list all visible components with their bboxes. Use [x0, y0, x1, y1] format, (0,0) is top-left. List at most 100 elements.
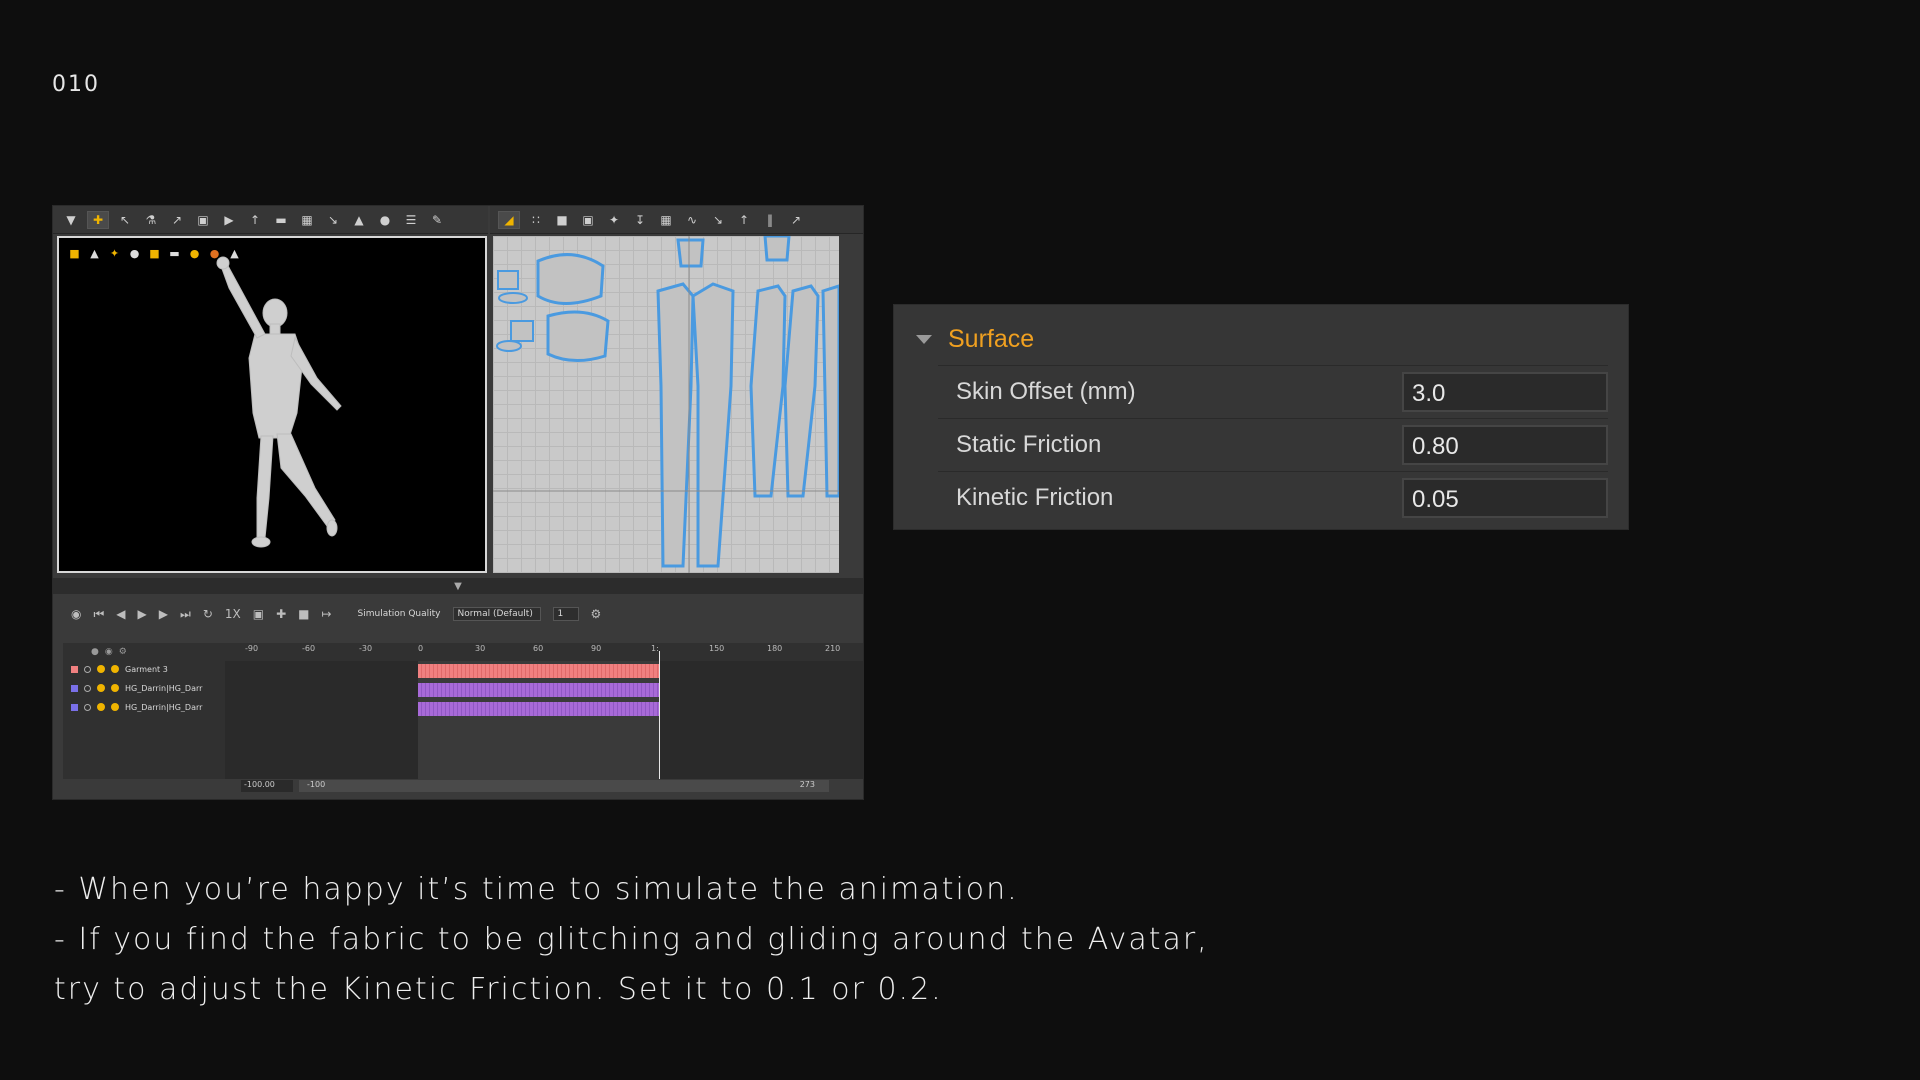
arrange-icon[interactable]: ▬ [271, 212, 291, 228]
status-dot [111, 665, 119, 673]
rectangle-icon[interactable]: ▣ [578, 212, 598, 228]
settings-gear-icon[interactable]: ⚙ [591, 607, 602, 621]
kinetic-friction-field[interactable]: 0.05 [1402, 478, 1608, 518]
sew-icon[interactable]: ↗ [167, 212, 187, 228]
collapse-triangle-icon[interactable] [916, 335, 932, 344]
ruler-tick: 60 [533, 644, 544, 653]
speed-label[interactable]: 1X [225, 607, 241, 621]
simulation-step-stepper[interactable]: 1 [552, 607, 579, 621]
fold-icon[interactable]: ↑ [245, 212, 265, 228]
segment-icon[interactable]: ↖ [115, 212, 135, 228]
polygon-icon[interactable]: ■ [552, 212, 572, 228]
ruler-tick: -90 [245, 644, 259, 653]
skip-start-icon[interactable]: ⏮ [93, 607, 104, 622]
animation-clip-region [418, 661, 659, 779]
status-dot [111, 684, 119, 692]
pin-icon[interactable]: ⚗ [141, 212, 161, 228]
move-icon[interactable]: ✚ [87, 210, 109, 229]
skip-end-icon[interactable]: ⏭ [180, 607, 191, 622]
ruler-tick: 90 [591, 644, 602, 653]
2d-toolbar: ◢ ∷ ■ ▣ ✦ ↧ ▦ ∿ ↘ ↑ ‖ ↗ [490, 206, 863, 234]
select-icon[interactable]: ▼ [61, 212, 81, 228]
measure-icon[interactable]: ▲ [349, 212, 369, 228]
brush-icon[interactable]: ↘ [323, 212, 343, 228]
dart-icon[interactable]: ✦ [604, 212, 624, 228]
line-icon[interactable]: ↗ [786, 212, 806, 228]
2d-pattern-window[interactable] [493, 236, 839, 573]
timeline: ●◉⚙ Garment 3 HG_Darrin|HG_Darrin HG_Dar… [63, 643, 863, 779]
static-friction-field[interactable]: 0.80 [1402, 425, 1608, 465]
timeline-scrollbar[interactable]: -100 273 [299, 780, 829, 792]
track-name: HG_Darrin|HG_Darrin [125, 683, 203, 693]
copy-key-icon[interactable]: ▣ [253, 607, 264, 621]
step-forward-icon[interactable]: ▶ [159, 607, 168, 621]
note-line: try to adjust the Kinetic Friction. Set … [54, 972, 943, 1007]
visibility-toggle[interactable] [84, 665, 91, 673]
stitch-icon[interactable]: ‖ [760, 212, 780, 228]
record-icon[interactable]: ◉ [71, 607, 81, 621]
edit-point-icon[interactable]: ∷ [526, 212, 546, 228]
clo3d-screenshot: ▼ ✚ ↖ ⚗ ↗ ▣ ▶ ↑ ▬ ▦ ↘ ▲ ● ☰ ✎ ◢ ∷ ■ ▣ ✦ … [52, 205, 864, 800]
timeline-scrollbar-row: -100.00 -100 273 [63, 779, 839, 793]
prop-row-static-friction: Static Friction 0.80 [938, 418, 1608, 471]
grid-icon[interactable]: ▦ [297, 212, 317, 228]
simulation-quality-label: Simulation Quality [357, 609, 441, 619]
ruler-tick: 180 [767, 644, 783, 653]
step-back-icon[interactable]: ◀ [116, 607, 125, 621]
chevron-down-icon[interactable]: ▼ [454, 581, 462, 592]
surface-section-title: Surface [948, 325, 1035, 353]
transform-pattern-icon[interactable]: ◢ [498, 210, 520, 229]
track-row[interactable]: HG_Darrin|HG_Darrin [71, 680, 203, 696]
scroll-start-field[interactable]: -100.00 [241, 780, 293, 792]
free-sew-icon[interactable]: ↘ [708, 212, 728, 228]
ruler-tick: 1: [651, 644, 659, 653]
segment-sew-icon[interactable]: ∿ [682, 212, 702, 228]
skin-offset-field[interactable]: 3.0 [1402, 372, 1608, 412]
track-row[interactable]: Garment 3 [71, 661, 168, 677]
track-row[interactable]: HG_Darrin|HG_Darrin [71, 699, 203, 715]
add-key-icon[interactable]: ✚ [276, 607, 286, 621]
timeline-ruler[interactable]: -90 -60 -30 0 30 60 90 1: 150 180 210 [225, 643, 863, 662]
delete-key-icon[interactable]: ■ [298, 607, 309, 621]
2d-pattern-sidebar [839, 236, 863, 573]
zipper-icon[interactable]: ☰ [401, 212, 421, 228]
notch-icon[interactable]: ↧ [630, 212, 650, 228]
surface-section-header[interactable]: Surface [916, 325, 1034, 354]
prop-row-kinetic-friction: Kinetic Friction 0.05 [938, 471, 1608, 524]
garment-keyframe-bar[interactable] [418, 664, 659, 678]
track-list: ●◉⚙ Garment 3 HG_Darrin|HG_Darrin HG_Dar… [63, 643, 226, 779]
fold-2d-icon[interactable]: ↑ [734, 212, 754, 228]
panel-collapse-bar[interactable]: ▼ [53, 578, 863, 594]
visibility-toggle[interactable] [84, 684, 91, 692]
visibility-toggle[interactable] [84, 703, 91, 711]
track-color-swatch [71, 703, 78, 711]
tape-icon[interactable]: ▶ [219, 212, 239, 228]
note-line: - When you’re happy it’s time to simulat… [54, 872, 1019, 907]
trim-icon[interactable]: ✎ [427, 212, 447, 228]
ruler-tick: -60 [302, 644, 316, 653]
loop-icon[interactable]: ↻ [203, 607, 213, 621]
status-dot [97, 703, 105, 711]
avatar-keyframe-bar[interactable] [418, 702, 659, 716]
garment-icon[interactable]: ▣ [193, 212, 213, 228]
avatar-keyframe-bar[interactable] [418, 683, 659, 697]
track-name: Garment 3 [125, 664, 168, 674]
playhead[interactable] [659, 651, 660, 779]
cursor-icon[interactable]: ↦ [321, 607, 331, 621]
track-header-icons: ●◉⚙ [91, 647, 133, 657]
skin-offset-label: Skin Offset (mm) [956, 378, 1136, 405]
prop-row-skin-offset: Skin Offset (mm) 3.0 [938, 365, 1608, 418]
ruler-tick: 30 [475, 644, 486, 653]
ruler-tick: 0 [418, 644, 424, 653]
surface-property-panel: Surface Skin Offset (mm) 3.0 Static Fric… [893, 304, 1629, 530]
timeline-track-area[interactable] [225, 651, 863, 779]
simulation-quality-select[interactable]: Normal (Default) [452, 607, 541, 621]
page-number: 010 [52, 72, 100, 97]
play-icon[interactable]: ▶ [138, 607, 147, 621]
ruler-tick: 150 [709, 644, 725, 653]
3d-viewport[interactable]: ■ ▲ ✦ ● ■ ▬ ● ● ▲ [57, 236, 487, 573]
instruction-notes: - When you’re happy it’s time to simulat… [54, 865, 1209, 1015]
range-end-label: 273 [799, 780, 815, 789]
button-icon[interactable]: ● [375, 212, 395, 228]
texture-icon[interactable]: ▦ [656, 212, 676, 228]
